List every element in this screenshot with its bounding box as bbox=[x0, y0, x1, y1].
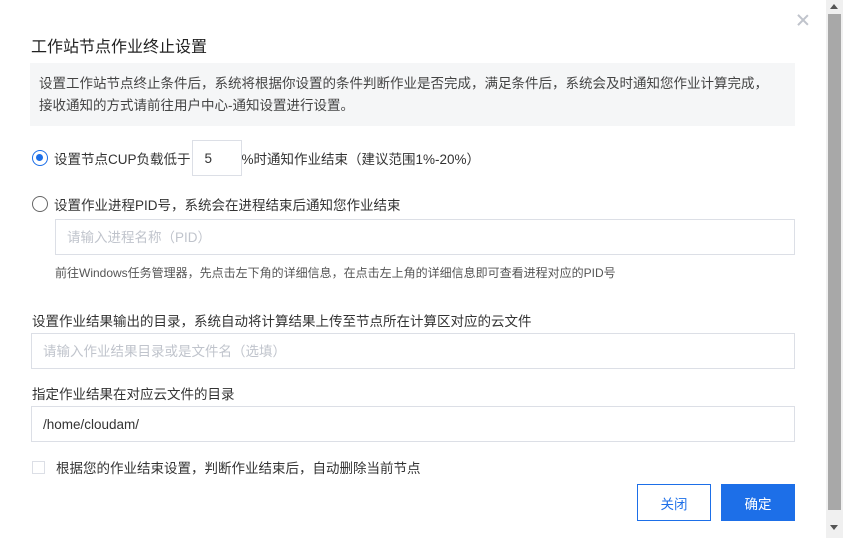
auto-delete-checkbox[interactable] bbox=[32, 460, 45, 474]
pid-option-row: 设置作业进程PID号，系统会在进程结束后通知您作业结束 bbox=[32, 194, 401, 214]
pid-option-radio[interactable] bbox=[32, 196, 48, 212]
cloud-dir-input[interactable] bbox=[31, 406, 795, 442]
cancel-button[interactable]: 关闭 bbox=[637, 484, 711, 521]
scrollbar-thumb[interactable] bbox=[828, 14, 841, 510]
pid-option-label: 设置作业进程PID号，系统会在进程结束后通知您作业结束 bbox=[54, 198, 401, 213]
auto-delete-row: 根据您的作业结束设置，判断作业结束后，自动删除当前节点 bbox=[32, 457, 421, 477]
pid-hint: 前往Windows任务管理器，先点击左下角的详细信息，在点击左上角的详细信息即可… bbox=[55, 266, 616, 280]
cloud-dir-label: 指定作业结果在对应云文件的目录 bbox=[32, 387, 235, 402]
cpu-option-suffix: %时通知作业结束（建议范围1%-20%） bbox=[241, 152, 481, 167]
vertical-scrollbar[interactable] bbox=[826, 0, 843, 538]
output-dir-label: 设置作业结果输出的目录，系统自动将计算结果上传至节点所在计算区对应的云文件 bbox=[32, 314, 532, 329]
job-termination-dialog: 工作站节点作业终止设置 设置工作站节点终止条件后，系统将根据你设置的条件判断作业… bbox=[0, 0, 826, 538]
confirm-button[interactable]: 确定 bbox=[721, 484, 795, 521]
close-icon[interactable] bbox=[795, 12, 811, 28]
output-dir-input[interactable] bbox=[31, 333, 795, 369]
cpu-option-radio[interactable] bbox=[32, 150, 48, 166]
cpu-option-row: 设置节点CUP负载低于 %时通知作业结束（建议范围1%-20%） bbox=[32, 140, 480, 176]
scroll-down-arrow-icon[interactable] bbox=[830, 525, 838, 530]
cpu-option-prefix: 设置节点CUP负载低于 bbox=[54, 152, 191, 167]
notice-box: 设置工作站节点终止条件后，系统将根据你设置的条件判断作业是否完成，满足条件后，系… bbox=[30, 63, 795, 126]
cpu-threshold-input[interactable] bbox=[191, 140, 242, 176]
auto-delete-label: 根据您的作业结束设置，判断作业结束后，自动删除当前节点 bbox=[56, 461, 421, 476]
pid-input[interactable] bbox=[55, 219, 795, 255]
scroll-up-arrow-icon[interactable] bbox=[830, 4, 838, 9]
dialog-title: 工作站节点作业终止设置 bbox=[31, 39, 208, 56]
